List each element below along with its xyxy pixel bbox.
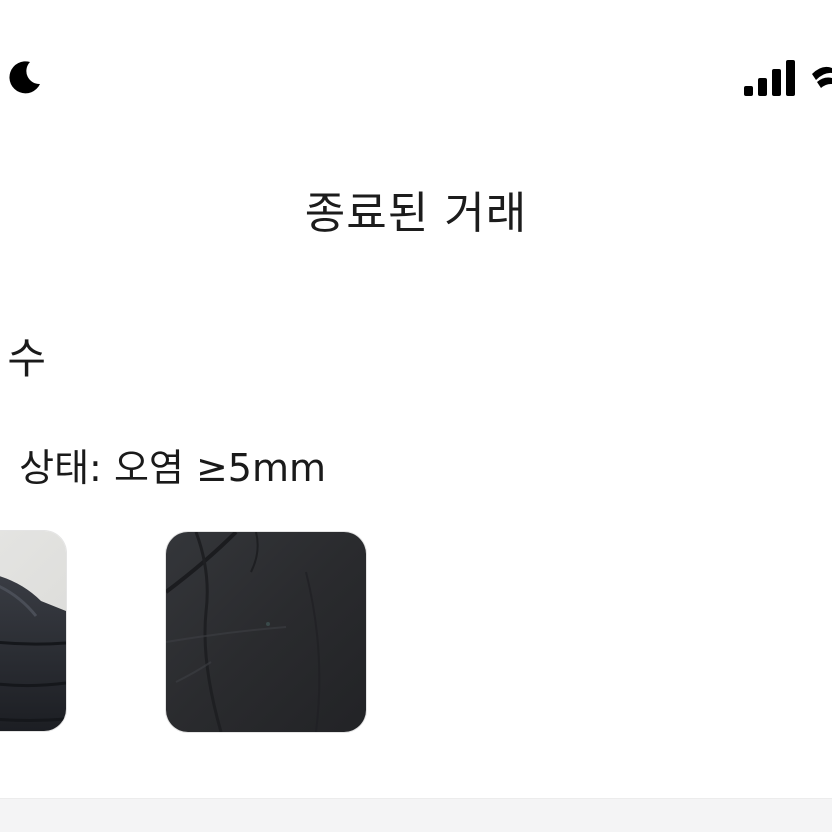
status-bar-right bbox=[744, 56, 832, 96]
page-title: 종료된 거래 bbox=[304, 188, 528, 239]
screen: 종료된 거래 수 상태: 오염 ≥5mm bbox=[0, 0, 832, 832]
bottom-bar bbox=[0, 798, 832, 832]
moon-icon bbox=[9, 61, 40, 94]
item-condition: 상태: 오염 ≥5mm bbox=[19, 446, 326, 490]
signal-icon bbox=[744, 60, 795, 96]
jacket-closeup-photo[interactable] bbox=[166, 532, 366, 732]
jacket-front-photo[interactable] bbox=[0, 531, 66, 731]
wifi-icon bbox=[812, 66, 832, 88]
status-bar-left bbox=[0, 56, 44, 96]
item-title[interactable]: 수 bbox=[7, 330, 46, 388]
